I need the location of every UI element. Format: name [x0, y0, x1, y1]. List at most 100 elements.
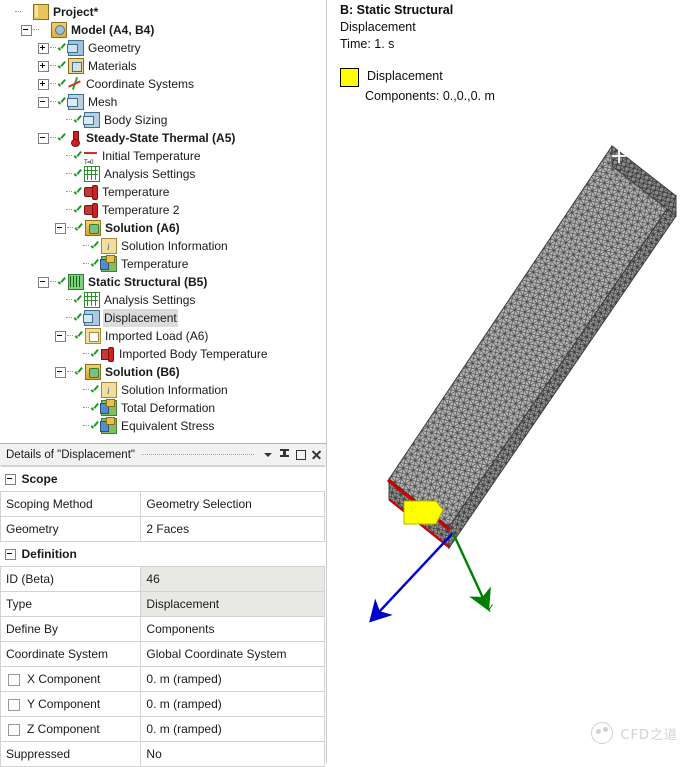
- details-row[interactable]: X Component 0. m (ramped): [0, 666, 325, 692]
- collapse-icon[interactable]: [38, 132, 49, 144]
- details-row[interactable]: Type Displacement: [0, 591, 325, 617]
- details-row[interactable]: ID (Beta) 46: [0, 566, 325, 592]
- expand-icon[interactable]: [38, 60, 49, 72]
- expand-icon[interactable]: [38, 42, 49, 54]
- details-row-value[interactable]: Components: [140, 616, 325, 642]
- row-checkbox[interactable]: [8, 698, 20, 711]
- outline-tree-panel[interactable]: Project* Model (A4, B4) Geometry Materials C…: [0, 0, 327, 443]
- coordinate-systems-icon: [68, 77, 82, 91]
- details-row[interactable]: Define By Components: [0, 616, 325, 642]
- details-row-value[interactable]: 2 Faces: [140, 516, 325, 542]
- details-row-label: Define By: [6, 622, 59, 636]
- tree-item[interactable]: Solution (B6): [4, 363, 326, 381]
- close-icon[interactable]: [309, 447, 324, 462]
- details-row-value[interactable]: Geometry Selection: [140, 491, 325, 517]
- tree-item[interactable]: Analysis Settings: [4, 291, 326, 309]
- tree-item[interactable]: Project*: [4, 3, 326, 21]
- collapse-icon[interactable]: [55, 222, 66, 234]
- tree-connector: [83, 425, 89, 427]
- green-check-icon: [90, 259, 100, 270]
- tree-connector: [66, 299, 72, 301]
- details-row[interactable]: Scoping Method Geometry Selection: [0, 491, 325, 517]
- viewport-subtitle: Displacement: [340, 20, 416, 34]
- tree-item[interactable]: Temperature: [4, 183, 326, 201]
- details-row-value[interactable]: 0. m (ramped): [140, 716, 325, 742]
- tree-item-label: Materials: [88, 59, 137, 73]
- tree-connector: [83, 263, 89, 265]
- collapse-icon[interactable]: [55, 366, 66, 378]
- outline-tree[interactable]: Project* Model (A4, B4) Geometry Materials C…: [0, 0, 326, 435]
- green-check-icon: [74, 367, 84, 378]
- collapse-icon[interactable]: [4, 548, 16, 560]
- details-row[interactable]: Geometry 2 Faces: [0, 516, 325, 542]
- watermark: CFD之道: [591, 722, 678, 744]
- tree-item[interactable]: Materials: [4, 57, 326, 75]
- tree-item-label: Temperature: [121, 257, 189, 271]
- details-row-value[interactable]: No: [140, 741, 325, 767]
- tree-item[interactable]: Analysis Settings: [4, 165, 326, 183]
- tree-item[interactable]: Steady-State Thermal (A5): [4, 129, 326, 147]
- row-checkbox[interactable]: [8, 673, 20, 686]
- tree-item[interactable]: Solution (A6): [4, 219, 326, 237]
- tree-item[interactable]: Imported Body Temperature: [4, 345, 326, 363]
- details-row[interactable]: Y Component 0. m (ramped): [0, 691, 325, 717]
- tree-item-label: Steady-State Thermal (A5): [86, 131, 236, 145]
- details-section-header[interactable]: Definition: [0, 541, 325, 567]
- caret-down-icon[interactable]: [261, 447, 276, 462]
- tree-item[interactable]: Solution Information: [4, 237, 326, 256]
- details-row[interactable]: Z Component 0. m (ramped): [0, 716, 325, 742]
- details-section-header[interactable]: Scope: [0, 466, 325, 492]
- row-checkbox[interactable]: [8, 723, 20, 736]
- tree-connector: [67, 371, 73, 373]
- green-check-icon: [73, 115, 83, 126]
- tree-connector: [66, 209, 72, 211]
- tree-item[interactable]: Initial Temperature: [4, 147, 326, 172]
- pin-icon[interactable]: [277, 447, 292, 462]
- tree-item[interactable]: Model (A4, B4): [4, 21, 326, 39]
- green-check-icon: [90, 349, 100, 360]
- solution-information-icon: [101, 238, 117, 256]
- wechat-logo-icon: [591, 722, 614, 744]
- details-row-value[interactable]: Global Coordinate System: [140, 641, 325, 667]
- tree-item[interactable]: Displacement: [4, 309, 326, 327]
- temperature-load-icon: [84, 203, 98, 218]
- tree-item-label: Static Structural (B5): [88, 275, 208, 289]
- tree-item[interactable]: Static Structural (B5): [4, 273, 326, 291]
- tree-item[interactable]: Coordinate Systems: [4, 75, 326, 93]
- tree-item[interactable]: Geometry: [4, 39, 326, 57]
- collapse-icon[interactable]: [38, 96, 49, 108]
- watermark-text: CFD之道: [620, 727, 678, 743]
- details-row-label: Scoping Method: [6, 497, 93, 511]
- details-row-label-cell: Define By: [0, 616, 142, 642]
- details-row[interactable]: Suppressed No: [0, 741, 325, 767]
- details-row[interactable]: Coordinate System Global Coordinate Syste…: [0, 641, 325, 667]
- collapse-icon[interactable]: [4, 473, 16, 485]
- graphics-viewport[interactable]: Y B: Static Structural Displacement Time…: [331, 0, 688, 762]
- tree-item[interactable]: Body Sizing: [4, 111, 326, 129]
- maximize-icon[interactable]: [293, 447, 308, 462]
- mesh-model-graphic[interactable]: Y: [331, 0, 688, 762]
- details-row-value[interactable]: 0. m (ramped): [140, 691, 325, 717]
- tree-item[interactable]: Temperature 2: [4, 201, 326, 219]
- collapse-icon[interactable]: [38, 276, 49, 288]
- tree-item[interactable]: Total Deformation: [4, 399, 326, 417]
- expand-icon[interactable]: [38, 78, 49, 90]
- collapse-icon[interactable]: [21, 24, 32, 36]
- tree-item[interactable]: Imported Load (A6): [4, 327, 326, 345]
- tree-item[interactable]: Mesh: [4, 93, 326, 111]
- green-check-icon: [73, 313, 83, 324]
- tree-item[interactable]: Equivalent Stress: [4, 417, 326, 435]
- imported-body-temperature-icon: [101, 347, 115, 362]
- details-row-value[interactable]: 0. m (ramped): [140, 666, 325, 692]
- tree-item[interactable]: Solution Information: [4, 381, 326, 400]
- details-title-bar: Details of "Displacement": [0, 444, 326, 466]
- collapse-icon[interactable]: [55, 330, 66, 342]
- tree-item[interactable]: Temperature: [4, 255, 326, 273]
